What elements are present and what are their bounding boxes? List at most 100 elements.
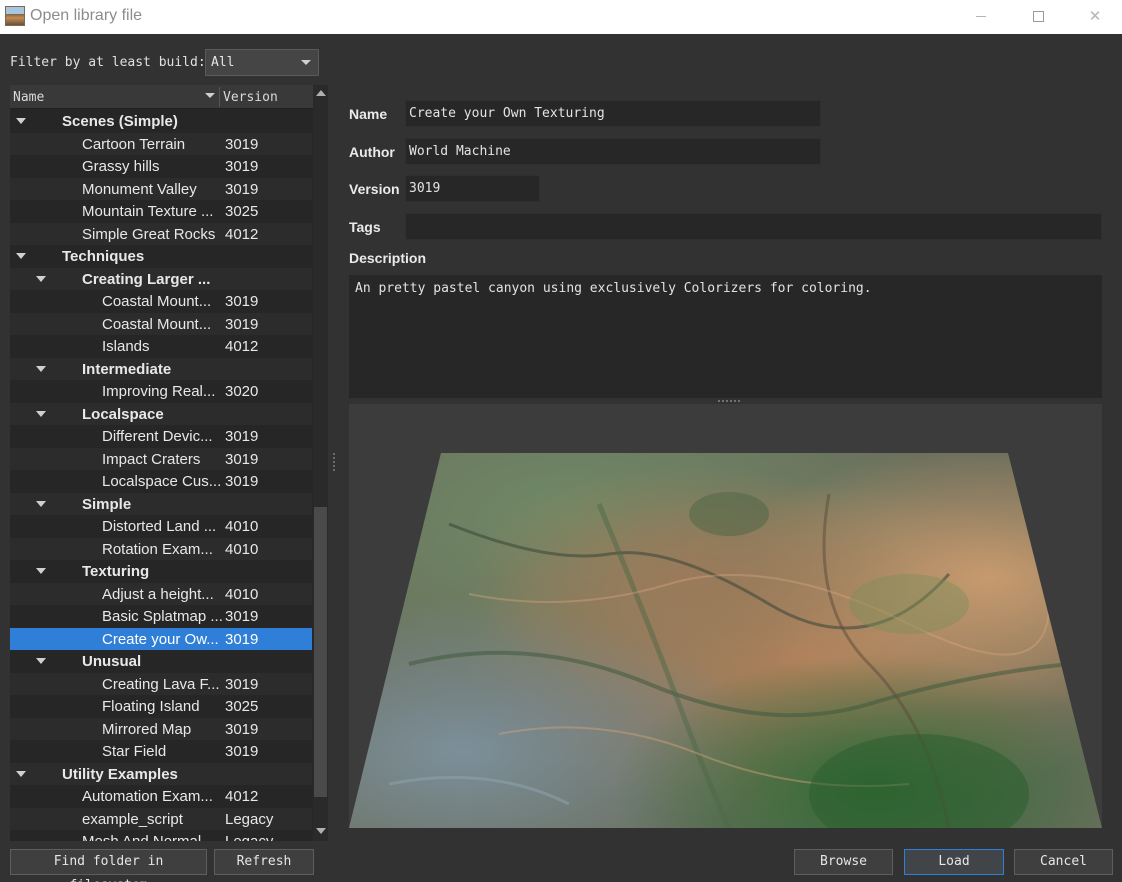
tree-item-row[interactable]: Creating Lava F... 3019 <box>10 672 312 695</box>
expand-arrow-icon[interactable] <box>16 770 26 777</box>
tree-item-row[interactable]: Rotation Exam... 4010 <box>10 537 312 560</box>
tree-row-version: 4010 <box>225 585 259 603</box>
name-label: Name <box>349 106 388 122</box>
tree-row-label: Localspace <box>82 405 164 423</box>
tree-item-row[interactable]: Islands 4012 <box>10 335 312 358</box>
tree-item-row[interactable]: Floating Island 3025 <box>10 695 312 718</box>
tree-item-row[interactable]: Mesh And Normal... Legacy <box>10 830 312 841</box>
version-label: Version <box>349 181 400 197</box>
author-field[interactable]: World Machine <box>405 138 821 165</box>
expand-arrow-icon[interactable] <box>36 365 46 372</box>
close-button[interactable]: ✕ <box>1066 0 1122 34</box>
expand-arrow-icon[interactable] <box>36 275 46 282</box>
expand-arrow-icon[interactable] <box>16 118 26 124</box>
tree-row-version: 4010 <box>225 540 259 558</box>
tree-item-row[interactable]: Coastal Mount... 3019 <box>10 290 312 313</box>
find-folder-button[interactable]: Find folder in filesystem <box>10 849 207 882</box>
tree-scrollbar[interactable] <box>313 85 328 841</box>
column-header-name[interactable]: Name <box>13 90 44 105</box>
tree-item-row[interactable]: Impact Craters 3019 <box>10 447 312 470</box>
minimize-button[interactable] <box>952 0 1010 34</box>
window-title: Open library file <box>30 7 143 24</box>
expand-arrow-icon[interactable] <box>16 253 26 259</box>
tree-group-row[interactable]: Unusual <box>10 650 312 673</box>
tree-item-row[interactable]: Cartoon Terrain 3019 <box>10 132 312 155</box>
tree-group-row[interactable]: Localspace <box>10 402 312 425</box>
tree-header: Name Version <box>10 85 313 109</box>
name-field[interactable]: Create your Own Texturing <box>405 100 821 127</box>
tree-group-row[interactable]: Techniques <box>10 245 312 268</box>
tree-row-version: 4012 <box>225 338 259 355</box>
expand-arrow-icon[interactable] <box>36 568 46 574</box>
version-field[interactable]: 3019 <box>405 175 540 202</box>
description-label: Description <box>349 250 427 266</box>
library-tree[interactable]: Name Version Scenes (Simple) Cartoon Terr… <box>10 85 313 841</box>
maximize-button[interactable] <box>1009 0 1067 34</box>
scroll-up-arrow-icon[interactable] <box>316 90 326 96</box>
tree-item-row[interactable]: Simple Great Rocks 4012 <box>10 222 312 245</box>
tree-group-row[interactable]: Intermediate <box>10 357 312 380</box>
tree-row-version: 3019 <box>225 473 259 490</box>
tree-item-row[interactable]: Adjust a height... 4010 <box>10 582 312 605</box>
tree-item-row[interactable]: Create your Ow... 3019 <box>10 627 312 650</box>
tree-row-label: Basic Splatmap ... <box>102 608 223 625</box>
tree-row-label: Utility Examples <box>62 765 178 783</box>
title-bar: Open library file ✕ <box>0 0 1122 34</box>
description-field[interactable]: An pretty pastel canyon using exclusivel… <box>349 275 1102 398</box>
tree-row-label: Monument Valley <box>82 180 197 198</box>
horizontal-splitter-handle[interactable] <box>718 400 740 402</box>
tree-item-row[interactable]: Distorted Land ... 4010 <box>10 515 312 538</box>
tags-label: Tags <box>349 219 381 235</box>
browse-button[interactable]: Browse <box>794 849 893 875</box>
expand-arrow-icon[interactable] <box>36 410 46 417</box>
load-button[interactable]: Load <box>904 849 1004 875</box>
tree-row-version: 3019 <box>225 180 259 198</box>
tree-group-row[interactable]: Scenes (Simple) <box>10 110 312 133</box>
maximize-icon <box>1032 11 1044 22</box>
expand-arrow-icon[interactable] <box>36 500 46 507</box>
tree-row-version: 3019 <box>225 158 259 175</box>
refresh-button[interactable]: Refresh <box>214 849 314 875</box>
build-filter-select[interactable]: All <box>205 49 319 76</box>
tree-body: Scenes (Simple) Cartoon Terrain 3019 Grassy… <box>10 110 312 841</box>
tree-row-label: Texturing <box>82 563 150 580</box>
tree-row-label: Adjust a height... <box>102 585 214 603</box>
tree-row-label: Improving Real... <box>102 383 216 400</box>
tree-row-label: Islands <box>102 338 150 355</box>
tree-group-row[interactable]: Utility Examples <box>10 762 312 785</box>
vertical-splitter-handle[interactable] <box>333 453 335 471</box>
scroll-down-arrow-icon[interactable] <box>316 828 326 834</box>
tree-row-label: Floating Island <box>102 698 200 715</box>
tree-item-row[interactable]: Mirrored Map 3019 <box>10 717 312 740</box>
tree-item-row[interactable]: Localspace Cus... 3019 <box>10 470 312 493</box>
tree-row-label: Unusual <box>82 653 142 670</box>
tree-item-row[interactable]: Improving Real... 3020 <box>10 380 312 403</box>
column-header-version[interactable]: Version <box>223 90 278 105</box>
tree-item-row[interactable]: Grassy hills 3019 <box>10 155 312 178</box>
tree-item-row[interactable]: Star Field 3019 <box>10 740 312 763</box>
column-divider[interactable] <box>219 87 220 107</box>
tree-item-row[interactable]: Mountain Texture ... 3025 <box>10 200 312 223</box>
tree-group-row[interactable]: Simple <box>10 492 312 515</box>
tree-item-row[interactable]: Basic Splatmap ... 3019 <box>10 605 312 628</box>
expand-arrow-icon[interactable] <box>36 658 46 664</box>
scrollbar-thumb[interactable] <box>314 507 327 797</box>
tree-row-version: 3019 <box>225 428 259 445</box>
tree-item-row[interactable]: Different Devic... 3019 <box>10 425 312 448</box>
tree-row-label: Automation Exam... <box>82 788 213 805</box>
tree-row-version: 4012 <box>225 788 259 805</box>
tree-row-version: 3019 <box>225 135 259 153</box>
cancel-button[interactable]: Cancel <box>1014 849 1113 875</box>
tree-item-row[interactable]: Automation Exam... 4012 <box>10 785 312 808</box>
tree-row-version: 4012 <box>225 225 259 243</box>
tree-group-row[interactable]: Creating Larger ... <box>10 267 312 290</box>
tree-item-row[interactable]: example_script Legacy <box>10 807 312 830</box>
close-icon: ✕ <box>1088 7 1102 25</box>
tree-row-label: Mesh And Normal... <box>82 833 214 841</box>
tree-item-row[interactable]: Monument Valley 3019 <box>10 177 312 200</box>
tags-field[interactable] <box>405 213 1102 240</box>
app-landscape-icon <box>5 6 25 26</box>
tree-group-row[interactable]: Texturing <box>10 560 312 583</box>
tree-row-label: Impact Craters <box>102 450 201 468</box>
tree-item-row[interactable]: Coastal Mount... 3019 <box>10 312 312 335</box>
